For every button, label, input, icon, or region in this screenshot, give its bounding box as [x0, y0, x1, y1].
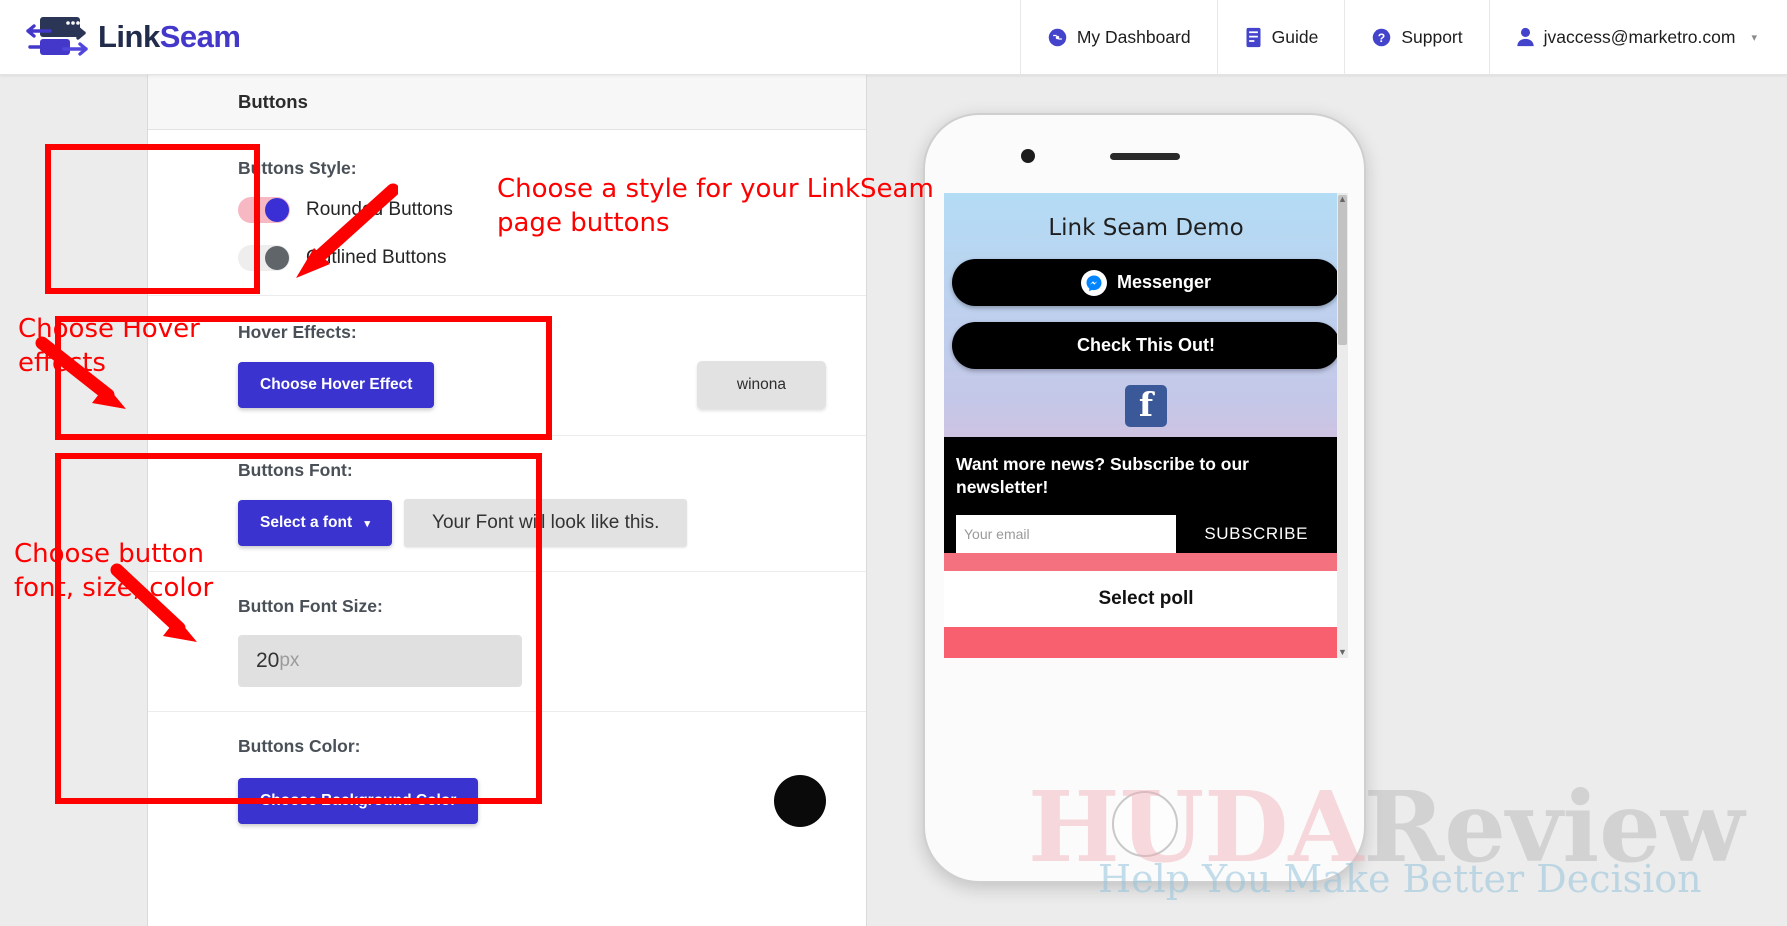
chevron-down-icon: ▾ [1751, 31, 1757, 44]
linkseam-logo-icon [26, 15, 90, 59]
font-preview-text: Your Font will look like this. [404, 499, 688, 547]
annotation-text-font: Choose button font, size, color [14, 539, 214, 603]
nav-item-label: Support [1401, 26, 1463, 47]
facebook-icon[interactable]: f [1125, 385, 1167, 427]
button-font-size-input[interactable]: 20 px [238, 635, 522, 687]
top-navigation-bar: LinkSeam My Dashboard Guide ? Support jv… [0, 0, 1787, 75]
svg-text:?: ? [1378, 30, 1385, 44]
left-gutter [0, 75, 147, 926]
phone-mockup: Link Seam Demo Messenger Check This Out!… [923, 113, 1366, 883]
nav-item-label: My Dashboard [1076, 26, 1191, 47]
brand-name-part2: Seam [159, 19, 241, 54]
section-button-font-size: Button Font Size: 20 px [148, 571, 866, 711]
font-size-unit: px [279, 650, 300, 671]
button-font-size-label: Button Font Size: [238, 596, 383, 616]
book-icon [1244, 27, 1263, 48]
user-icon [1516, 27, 1535, 47]
section-buttons-font: Buttons Font: Select a font ▾ Your Font … [148, 435, 866, 571]
buttons-color-swatch[interactable] [774, 775, 826, 827]
app-root: LinkSeam My Dashboard Guide ? Support jv… [0, 0, 1787, 926]
dashboard-icon [1047, 27, 1068, 48]
annotation-arrow-1 [296, 183, 398, 278]
annotation-text-style: Choose a style for your LinkSeam page bu… [497, 174, 934, 238]
nav-item-guide[interactable]: Guide [1216, 0, 1345, 75]
preview-button-label: Check This Out! [1076, 335, 1215, 355]
nav-item-support[interactable]: ? Support [1344, 0, 1488, 75]
newsletter-title: Want more news? Subscribe to our newslet… [956, 454, 1249, 498]
preview-button-check-this-out[interactable]: Check This Out! [952, 322, 1340, 369]
preview-page-title: Link Seam Demo [1048, 215, 1244, 241]
phone-home-button-icon [1111, 791, 1178, 857]
select-font-label: Select a font [260, 514, 353, 531]
newsletter-email-input[interactable]: Your email [956, 515, 1177, 554]
buttons-font-row: Select a font ▾ Your Font will look like… [238, 499, 826, 547]
select-a-font-button[interactable]: Select a font ▾ [238, 500, 393, 546]
phone-speaker-icon [1109, 153, 1180, 160]
preview-button-label: Messenger [1116, 272, 1212, 292]
font-size-value: 20 [256, 649, 280, 672]
account-email: jvaccess@marketro.com [1543, 26, 1736, 47]
account-menu[interactable]: jvaccess@marketro.com ▾ [1488, 0, 1787, 75]
buttons-color-row: Choose Background Color [238, 775, 826, 827]
section-buttons-color: Buttons Color: Choose Background Color [148, 711, 866, 851]
annotation-text-hover: Choose Hover effects [18, 314, 200, 378]
page-title: Buttons [238, 91, 308, 112]
preview-band-pink-top [944, 553, 1348, 572]
choose-hover-effect-button[interactable]: Choose Hover Effect [238, 362, 435, 408]
preview-newsletter-block: Want more news? Subscribe to our newslet… [944, 437, 1348, 554]
preview-scrollbar[interactable]: ▲ ▼ [1337, 193, 1348, 658]
preview-button-messenger[interactable]: Messenger [952, 259, 1340, 306]
messenger-icon [1080, 269, 1107, 296]
buttons-color-label: Buttons Color: [238, 736, 361, 756]
chevron-down-icon: ▾ [364, 518, 371, 530]
newsletter-row: Your email SUBSCRIBE [956, 515, 1336, 554]
nav-links: My Dashboard Guide ? Support jvaccess@ma… [1019, 0, 1787, 75]
preview-pane: Link Seam Demo Messenger Check This Out!… [868, 75, 1787, 926]
choose-background-color-button[interactable]: Choose Background Color [238, 778, 479, 824]
phone-camera-icon [1021, 149, 1035, 163]
scroll-down-arrow-icon[interactable]: ▼ [1338, 647, 1347, 657]
brand-logo[interactable]: LinkSeam [26, 15, 241, 59]
scrollbar-thumb[interactable] [1338, 195, 1347, 345]
card-header: Buttons [148, 75, 866, 130]
hover-effects-row: Choose Hover Effect winona [238, 361, 826, 409]
hover-effect-preview[interactable]: winona [696, 361, 826, 409]
page-content: Buttons Buttons Style: Rounded Buttons O… [0, 75, 1787, 926]
scroll-up-arrow-icon[interactable]: ▲ [1338, 194, 1347, 204]
brand-name-part1: Link [98, 19, 160, 54]
question-circle-icon: ? [1371, 27, 1392, 48]
section-hover-effects: Hover Effects: Choose Hover Effect winon… [148, 295, 866, 435]
buttons-font-label: Buttons Font: [238, 460, 353, 480]
newsletter-subscribe-button[interactable]: SUBSCRIBE [1176, 515, 1336, 553]
nav-item-label: Guide [1271, 26, 1319, 47]
nav-item-my-dashboard[interactable]: My Dashboard [1019, 0, 1217, 75]
preview-select-poll[interactable]: Select poll [944, 571, 1348, 628]
phone-screen: Link Seam Demo Messenger Check This Out!… [944, 193, 1348, 658]
hover-effects-label: Hover Effects: [238, 322, 357, 342]
preview-band-pink-bottom [944, 627, 1348, 658]
